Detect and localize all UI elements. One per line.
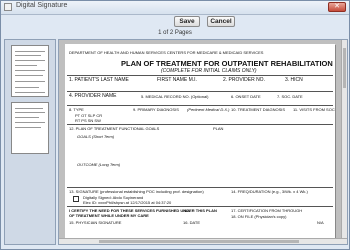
na-value-2: N/A (317, 220, 324, 225)
cancel-button[interactable]: Cancel (207, 16, 235, 27)
field-date: 16. DATE (183, 220, 201, 225)
document-page: DEPARTMENT OF HEALTH AND HUMAN SERVICES … (65, 44, 335, 238)
field-provider-no: 2. PROVIDER NO. (223, 77, 265, 83)
thumbnail-panel[interactable] (4, 39, 56, 245)
field-hicn: 3. HICN (285, 77, 303, 83)
field-plan: PLAN (213, 126, 224, 131)
horizontal-scroll-thumb[interactable] (99, 240, 299, 243)
digital-signature-window: Digital Signature ✕ Save Cancel 1 of 2 P… (0, 0, 350, 250)
close-button[interactable]: ✕ (328, 2, 346, 12)
page-thumbnail-2[interactable] (11, 102, 49, 154)
field-primary-diagnosis: 9. PRIMARY DIAGNOSIS (133, 107, 179, 112)
page-counter: 1 of 2 Pages (158, 30, 192, 36)
field-physician-signature: 15. PHYSICIAN SIGNATURE (69, 220, 122, 225)
field-freq-duration: 14. FREQ/DURATION (e.g., 3/Wk. x 4 Wk.) (231, 189, 308, 194)
field-type: 8. TYPE (69, 107, 84, 112)
na-value-1: N/A (183, 208, 190, 213)
form-title: PLAN OF TREATMENT FOR OUTPATIENT REHABIL… (121, 59, 333, 68)
certify-statement: I CERTIFY THE NEED FOR THESE SERVICES FU… (69, 208, 217, 218)
dept-header: DEPARTMENT OF HEALTH AND HUMAN SERVICES … (69, 50, 264, 55)
document-app-icon (4, 3, 12, 11)
window-title: Digital Signature (16, 2, 68, 9)
field-functional-goals: 12. PLAN OF TREATMENT FUNCTIONAL GOALS (69, 126, 160, 131)
vertical-scroll-thumb[interactable] (343, 48, 346, 88)
field-patient-last-name: 1. PATIENT'S LAST NAME (69, 77, 129, 83)
goals-short-term: GOALS (Short Term) (77, 134, 115, 139)
vertical-scrollbar[interactable] (341, 40, 347, 238)
field-treatment-diagnosis: 10. TREATMENT DIAGNOSIS (231, 107, 286, 112)
field-certification-period: 17. CERTIFICATION FROM THROUGH (231, 208, 303, 213)
field-provider-name: 4. PROVIDER NAME (69, 93, 117, 99)
field-primary-diagnosis-note: (Pertinent Medical D.X.) (187, 107, 230, 112)
horizontal-scrollbar[interactable] (59, 238, 347, 244)
toolbar: Save Cancel (1, 14, 349, 30)
digital-signature-line-2: Elec ID: xxxxPhil/shpsn at 12/17/2015 at… (83, 200, 172, 205)
field-medical-record: 5. MEDICAL RECORD NO. (Optional) (141, 94, 209, 99)
save-button[interactable]: Save (174, 16, 200, 27)
type-options-row-2: RT PS SN SW (75, 118, 101, 123)
field-visits-from-soc: 11. VISITS FROM SOC (293, 107, 335, 112)
field-soc-date: 7. SOC. DATE (277, 94, 303, 99)
title-bar: Digital Signature ✕ (1, 1, 349, 15)
document-viewer[interactable]: DEPARTMENT OF HEALTH AND HUMAN SERVICES … (58, 39, 348, 245)
form-subtitle: (COMPLETE FOR INITIAL CLAIMS ONLY) (161, 68, 257, 74)
field-onset-date: 6. ONSET DATE (231, 94, 261, 99)
field-signature: 13. SIGNATURE (professional establishing… (69, 189, 204, 194)
page-thumbnail-1[interactable] (11, 45, 49, 97)
field-on-file: 18. ON FILE (Physician's copy) (231, 214, 287, 219)
field-first-name: FIRST NAME M.I. (157, 77, 197, 83)
signature-seal-icon (73, 196, 79, 202)
outcome-long-term: OUTCOME (Long Term) (77, 162, 121, 167)
